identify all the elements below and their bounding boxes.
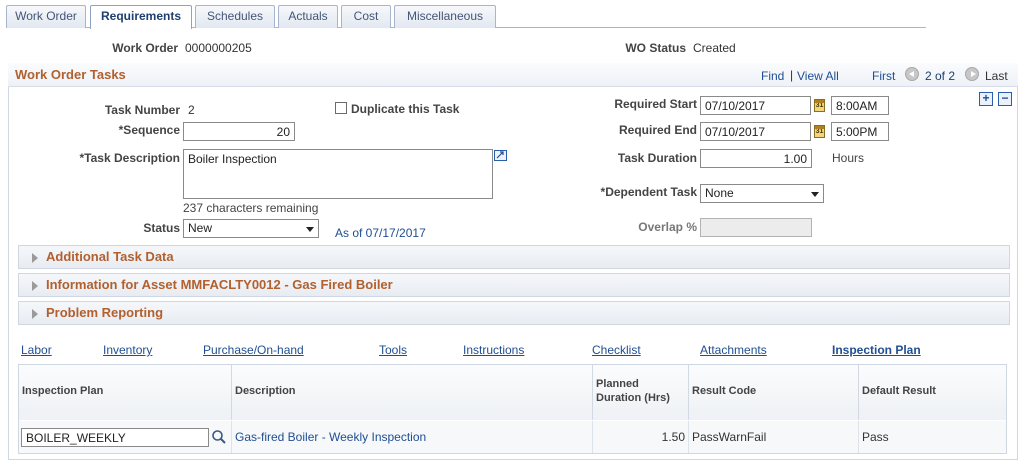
table-cell-default-result: Pass: [859, 421, 1006, 453]
tab-schedules[interactable]: Schedules: [195, 5, 275, 28]
task-duration-input[interactable]: [700, 149, 812, 168]
dependent-task-label: *Dependent Task: [600, 185, 697, 199]
section-additional-task-data[interactable]: Additional Task Data: [18, 245, 1010, 269]
expand-textarea-icon[interactable]: [494, 150, 507, 161]
table-cell-description: Gas-fired Boiler - Weekly Inspection: [232, 421, 593, 453]
wo-status-value: Created: [693, 41, 736, 55]
purchase-onhand-link[interactable]: Purchase/On-hand: [203, 343, 304, 357]
sequence-input[interactable]: [183, 122, 295, 141]
column-header-text: Default Result: [862, 385, 936, 397]
inspection-description-link[interactable]: Gas-fired Boiler - Weekly Inspection: [235, 430, 426, 444]
required-end-label: Required End: [618, 123, 697, 137]
next-row-icon[interactable]: [965, 67, 979, 81]
page-tabs: Work Order Requirements Schedules Actual…: [6, 5, 926, 29]
expand-triangle-icon: [32, 309, 38, 319]
inspection-plan-input[interactable]: [21, 428, 209, 447]
inventory-link[interactable]: Inventory: [103, 343, 152, 357]
as-of-date-link[interactable]: As of 07/17/2017: [335, 226, 426, 240]
dependent-task-value: None: [705, 186, 734, 200]
work-order-value: 0000000205: [185, 41, 252, 55]
tab-label: Cost: [353, 9, 379, 23]
lookup-search-icon[interactable]: [211, 429, 227, 445]
chars-remaining: 237 characters remaining: [183, 201, 319, 215]
work-order-label: Work Order: [112, 41, 178, 55]
wo-status-label: WO Status: [625, 41, 686, 55]
inspection-plan-link[interactable]: Inspection Plan: [832, 343, 921, 357]
tab-label: Miscellaneous: [406, 9, 484, 23]
table-cell-result-code: PassWarnFail: [689, 421, 859, 453]
required-start-date-input[interactable]: [700, 96, 811, 115]
section-asset-information[interactable]: Information for Asset MMFACLTY0012 - Gas…: [18, 273, 1010, 297]
column-header-description[interactable]: Description: [232, 365, 593, 420]
task-number-value: 2: [188, 103, 195, 117]
table-cell-duration: 1.50: [593, 421, 689, 453]
duplicate-task-checkbox[interactable]: [335, 102, 347, 114]
duplicate-task-label: Duplicate this Task: [351, 102, 460, 116]
column-header-inspection-plan[interactable]: Inspection Plan: [19, 365, 232, 420]
status-select-value: New: [188, 221, 213, 235]
task-description-label: *Task Description: [79, 151, 180, 165]
column-header-result-code[interactable]: Result Code: [689, 365, 859, 420]
required-end-time-input[interactable]: [831, 122, 889, 141]
calendar-icon[interactable]: 31: [814, 99, 825, 112]
work-order-tasks-header: [8, 63, 1018, 87]
section-title: Information for Asset MMFACLTY0012 - Gas…: [46, 277, 393, 292]
find-link[interactable]: Find: [761, 69, 784, 83]
overlap-label: Overlap %: [638, 220, 697, 234]
tab-label: Work Order: [15, 9, 77, 23]
column-header-planned-duration[interactable]: Planned Duration (Hrs): [593, 365, 689, 420]
pager-count: 2 of 2: [925, 69, 956, 83]
link-separator: |: [790, 68, 794, 82]
previous-row-icon[interactable]: [905, 67, 919, 81]
add-row-button[interactable]: +: [979, 92, 993, 106]
column-header-text: Duration (Hrs): [596, 392, 670, 404]
tab-label: Requirements: [100, 9, 182, 23]
tab-work-order[interactable]: Work Order: [6, 5, 86, 28]
instructions-link[interactable]: Instructions: [463, 343, 524, 357]
chevron-down-icon: [811, 192, 819, 197]
work-order-tasks-title: Work Order Tasks: [15, 67, 126, 82]
tab-label: Actuals: [288, 9, 328, 23]
section-problem-reporting[interactable]: Problem Reporting: [18, 301, 1010, 325]
column-header-text: Inspection Plan: [22, 385, 104, 397]
sequence-label: *Sequence: [118, 123, 180, 137]
attachments-link[interactable]: Attachments: [700, 343, 767, 357]
section-title: Additional Task Data: [46, 249, 174, 264]
dependent-task-select[interactable]: None: [700, 184, 824, 203]
column-header-text: Description: [235, 385, 296, 397]
overlap-input: [700, 218, 812, 237]
required-start-label: Required Start: [614, 97, 697, 111]
chevron-down-icon: [306, 227, 314, 232]
calendar-icon[interactable]: 31: [814, 125, 825, 138]
tab-label: Schedules: [206, 9, 264, 23]
task-number-label: Task Number: [104, 103, 180, 117]
task-duration-label: Task Duration: [617, 151, 697, 165]
duration-unit: Hours: [832, 151, 865, 165]
column-header-text: Planned: [596, 378, 639, 390]
status-label: Status: [143, 221, 180, 235]
column-header-text: Result Code: [692, 385, 757, 397]
last-link[interactable]: Last: [985, 69, 1008, 83]
tab-requirements[interactable]: Requirements: [90, 5, 192, 29]
tools-link[interactable]: Tools: [379, 343, 407, 357]
task-description-textarea[interactable]: Boiler Inspection: [183, 149, 493, 199]
delete-row-button[interactable]: −: [998, 92, 1012, 106]
tab-actuals[interactable]: Actuals: [278, 5, 338, 28]
view-all-link[interactable]: View All: [797, 69, 839, 83]
required-start-time-input[interactable]: [831, 96, 889, 115]
checklist-link[interactable]: Checklist: [592, 343, 641, 357]
status-select[interactable]: New: [183, 219, 319, 238]
expand-triangle-icon: [32, 281, 38, 291]
labor-link[interactable]: Labor: [21, 343, 52, 357]
required-end-date-input[interactable]: [700, 122, 811, 141]
tab-cost[interactable]: Cost: [341, 5, 391, 28]
first-link[interactable]: First: [872, 69, 895, 83]
expand-triangle-icon: [32, 253, 38, 263]
column-header-default-result[interactable]: Default Result: [859, 365, 1006, 420]
section-title: Problem Reporting: [46, 305, 164, 320]
tab-miscellaneous[interactable]: Miscellaneous: [394, 5, 496, 28]
